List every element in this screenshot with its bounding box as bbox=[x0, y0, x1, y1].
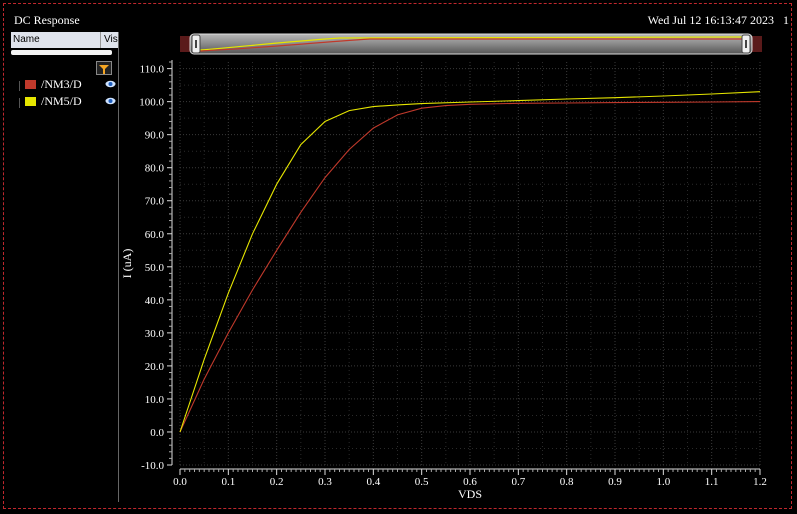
x-tick-label: 0.0 bbox=[173, 476, 187, 488]
y-tick-label: 70.0 bbox=[145, 196, 165, 208]
y-tick-label: -10.0 bbox=[141, 460, 164, 472]
y-tick-label: 50.0 bbox=[145, 262, 165, 274]
y-axis-label: I (uA) bbox=[120, 249, 134, 279]
x-tick-label: 0.1 bbox=[221, 476, 235, 488]
y-tick-label: 110.0 bbox=[140, 64, 165, 76]
y-tick-label: 30.0 bbox=[145, 328, 165, 340]
x-tick-label: 0.8 bbox=[560, 476, 574, 488]
x-tick-label: 0.4 bbox=[366, 476, 380, 488]
y-tick-label: 20.0 bbox=[145, 361, 165, 373]
x-axis-label: VDS bbox=[458, 487, 482, 501]
y-tick-label: 0.0 bbox=[150, 427, 164, 439]
y-tick-label: 60.0 bbox=[145, 229, 165, 241]
y-tick-label: 10.0 bbox=[145, 394, 165, 406]
x-tick-label: 0.3 bbox=[318, 476, 332, 488]
x-tick-label: 1.0 bbox=[656, 476, 670, 488]
y-tick-label: 80.0 bbox=[145, 163, 165, 175]
x-tick-label: 1.2 bbox=[753, 476, 767, 488]
x-tick-label: 1.1 bbox=[705, 476, 719, 488]
y-tick-label: 100.0 bbox=[139, 97, 164, 109]
x-tick-label: 0.2 bbox=[270, 476, 284, 488]
y-tick-label: 90.0 bbox=[145, 130, 165, 142]
x-tick-label: 0.7 bbox=[511, 476, 525, 488]
x-tick-label: 0.5 bbox=[415, 476, 429, 488]
y-tick-label: 40.0 bbox=[145, 295, 165, 307]
x-tick-label: 0.9 bbox=[608, 476, 622, 488]
dc-response-chart: 0.0 0.1 0.2 0.3 0.4 0.5 0.6 0.7 0.8 0.9 1.0 1.1 1.2-… bbox=[120, 60, 767, 501]
